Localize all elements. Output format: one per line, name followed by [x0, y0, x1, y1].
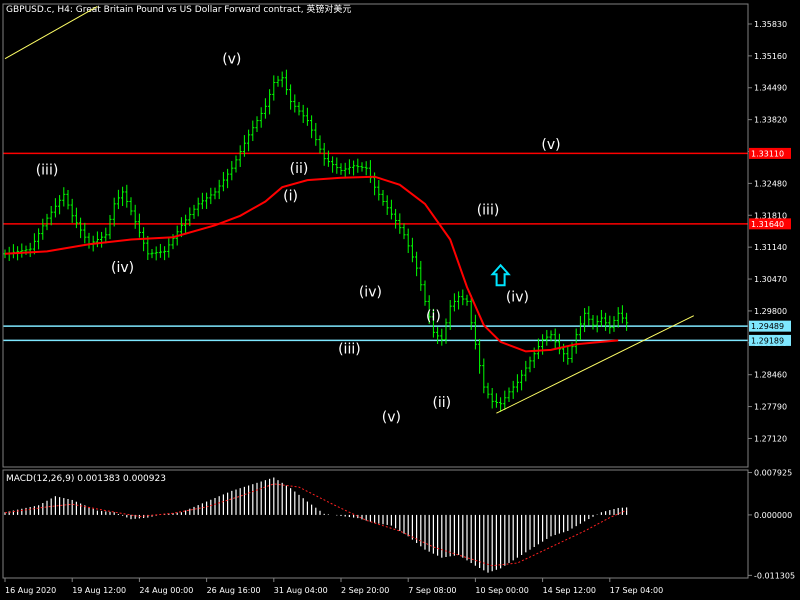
wave-label: (v)	[541, 137, 560, 153]
level-price-label: 1.33110	[751, 149, 784, 158]
wave-label: (iii)	[338, 342, 361, 358]
time-tick-label: 10 Sep 00:00	[475, 586, 528, 595]
wave-label: (i)	[426, 308, 441, 324]
wave-label: (ii)	[290, 161, 309, 177]
time-tick-label: 24 Aug 00:00	[139, 586, 193, 595]
price-tick-label: 1.27790	[754, 403, 787, 412]
chart-background	[0, 0, 800, 600]
wave-label: (iii)	[477, 202, 500, 218]
chart-title: GBPUSD.c, H4: Great Britain Pound vs US …	[6, 3, 351, 15]
wave-label: (ii)	[432, 395, 451, 411]
wave-label: (iv)	[111, 260, 134, 276]
price-tick-label: 1.31140	[754, 243, 787, 252]
wave-label: (iv)	[506, 289, 529, 305]
time-tick-label: 31 Aug 04:00	[274, 586, 328, 595]
time-tick-label: 14 Sep 12:00	[543, 586, 596, 595]
price-tick-label: 1.30470	[754, 275, 787, 284]
wave-label: (v)	[382, 409, 401, 425]
time-tick-label: 26 Aug 16:00	[207, 586, 261, 595]
macd-tick-label: 0.000000	[754, 511, 792, 520]
level-price-label: 1.29189	[751, 336, 784, 345]
price-tick-label: 1.27120	[754, 434, 787, 443]
level-price-label: 1.29489	[751, 322, 784, 331]
price-tick-label: 1.32480	[754, 179, 787, 188]
price-chart[interactable]: GBPUSD.c, H4: Great Britain Pound vs US …	[0, 0, 800, 600]
time-tick-label: 7 Sep 08:00	[408, 586, 456, 595]
wave-label: (i)	[283, 189, 298, 205]
level-price-label: 1.31640	[751, 220, 784, 229]
wave-label: (iii)	[36, 162, 59, 178]
price-tick-label: 1.28460	[754, 371, 787, 380]
time-tick-label: 19 Aug 12:00	[72, 586, 126, 595]
price-tick-label: 1.34490	[754, 84, 787, 93]
macd-label: MACD(12,26,9) 0.001383 0.000923	[6, 474, 166, 484]
time-tick-label: 16 Aug 2020	[5, 586, 56, 595]
wave-label: (iv)	[359, 285, 382, 301]
time-tick-label: 2 Sep 20:00	[341, 586, 389, 595]
macd-tick-label: 0.007925	[754, 469, 792, 478]
macd-tick-label: -0.011305	[754, 571, 795, 580]
time-tick-label: 17 Sep 04:00	[610, 586, 663, 595]
price-tick-label: 1.35160	[754, 52, 787, 61]
price-tick-label: 1.29800	[754, 307, 787, 316]
price-tick-label: 1.33820	[754, 116, 787, 125]
wave-label: (v)	[222, 51, 241, 67]
price-tick-label: 1.35830	[754, 20, 787, 29]
